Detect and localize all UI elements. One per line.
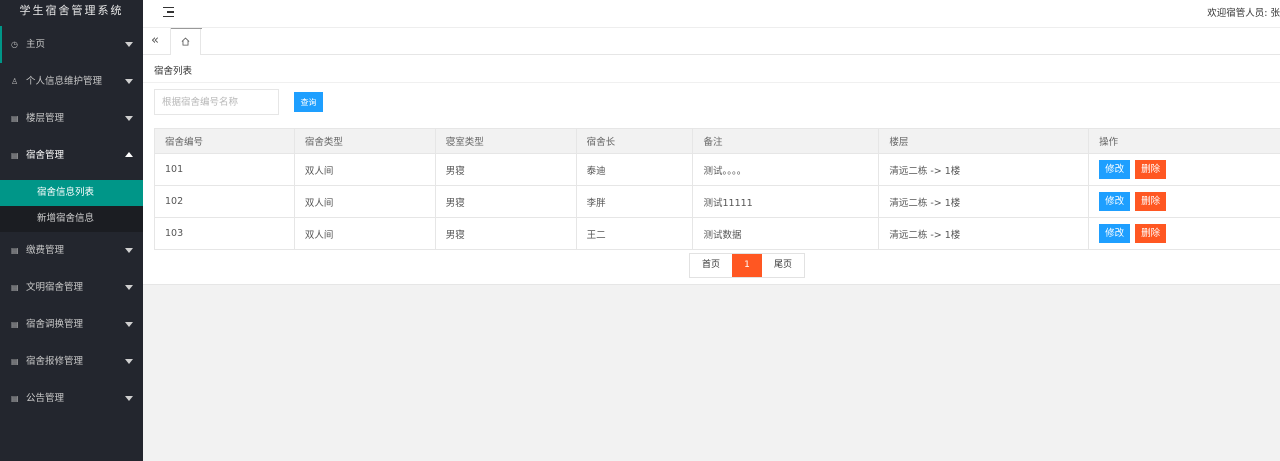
dashboard-icon: ◷ — [11, 40, 18, 49]
main-content: 宿舍列表 查询 宿舍编号 宿舍类型 寝室类型 宿舍长 备注 楼层 操作 101 … — [143, 55, 1280, 285]
chevron-down-icon — [125, 322, 133, 327]
col-header-type[interactable]: 宿舍类型 — [293, 128, 436, 154]
sidebar-item-label: 宿舍调换管理 — [26, 319, 84, 330]
col-header-id[interactable]: 宿舍编号 — [154, 128, 295, 154]
doc-icon: ▤ — [11, 394, 19, 403]
sidebar-submenu-dorm: 宿舍信息列表 新增宿舍信息 — [0, 180, 143, 232]
cell-room-type: 男寝 — [434, 153, 577, 186]
edit-button[interactable]: 修改 — [1099, 160, 1131, 179]
col-header-room-type[interactable]: 寝室类型 — [434, 128, 577, 154]
cell-id: 102 — [154, 185, 295, 218]
cell-remark: 测试。。。。 — [692, 153, 880, 186]
sidebar-item-repair[interactable]: ▤ 宿舍报修管理 — [0, 343, 143, 380]
sidebar-subitem-dorm-add[interactable]: 新增宿舍信息 — [0, 206, 143, 232]
sidebar-item-label: 楼层管理 — [26, 113, 65, 124]
home-icon — [181, 37, 190, 46]
chevron-down-icon — [125, 248, 133, 253]
sidebar-subitem-dorm-list[interactable]: 宿舍信息列表 — [0, 180, 143, 206]
cell-actions: 修改 删除 — [1088, 185, 1280, 218]
chevron-down-icon — [125, 396, 133, 401]
doc-icon: ▤ — [11, 320, 19, 329]
doc-icon: ▤ — [11, 246, 19, 255]
cell-type: 双人间 — [293, 217, 436, 250]
cell-leader: 泰迪 — [575, 153, 694, 186]
doc-icon: ▤ — [11, 357, 19, 366]
doc-icon: ▤ — [11, 283, 19, 292]
cell-type: 双人间 — [293, 153, 436, 186]
chevron-up-icon — [125, 152, 133, 157]
sidebar-item-label: 缴费管理 — [26, 245, 65, 256]
tab-home[interactable] — [170, 28, 202, 55]
top-header: 欢迎宿管人员: 张 — [143, 0, 1280, 28]
col-header-actions: 操作 — [1088, 128, 1280, 154]
cell-leader: 李胖 — [575, 185, 694, 218]
sidebar-item-label: 个人信息维护管理 — [26, 76, 103, 87]
pager-last[interactable]: 尾页 — [762, 254, 805, 277]
cell-remark: 测试11111 — [692, 185, 880, 218]
welcome-text: 欢迎宿管人员: 张 — [1207, 8, 1280, 19]
sidebar-item-home[interactable]: ◷ 主页 — [0, 26, 143, 63]
cell-floor: 清远二栋 -> 1楼 — [878, 153, 1090, 186]
tabs-collapse-icon[interactable]: « — [151, 33, 159, 48]
sidebar-item-profile[interactable]: ♙ 个人信息维护管理 — [0, 63, 143, 100]
cell-room-type: 男寝 — [434, 185, 577, 218]
chevron-down-icon — [125, 42, 133, 47]
col-header-remark[interactable]: 备注 — [692, 128, 880, 154]
query-button[interactable]: 查询 — [294, 92, 323, 112]
dorm-table: 宿舍编号 宿舍类型 寝室类型 宿舍长 备注 楼层 操作 101 双人间 男寝 泰… — [154, 128, 1280, 250]
user-icon: ♙ — [11, 77, 19, 86]
edit-button[interactable]: 修改 — [1099, 224, 1131, 243]
sidebar-item-label: 文明宿舍管理 — [26, 282, 84, 293]
sidebar-item-label: 公告管理 — [26, 393, 65, 404]
delete-button[interactable]: 删除 — [1135, 224, 1167, 243]
delete-button[interactable]: 删除 — [1135, 192, 1167, 211]
table-row: 101 双人间 男寝 泰迪 测试。。。。 清远二栋 -> 1楼 修改 删除 — [154, 153, 1280, 186]
chevron-down-icon — [125, 79, 133, 84]
cell-floor: 清远二栋 -> 1楼 — [878, 217, 1090, 250]
sidebar-item-label: 宿舍管理 — [26, 150, 65, 161]
sidebar-item-civilized[interactable]: ▤ 文明宿舍管理 — [0, 269, 143, 306]
sidebar-item-notice[interactable]: ▤ 公告管理 — [0, 380, 143, 417]
sidebar-item-floor[interactable]: ▤ 楼层管理 — [0, 100, 143, 137]
menu-toggle-icon[interactable] — [163, 7, 174, 18]
sidebar-item-label: 宿舍报修管理 — [26, 356, 84, 367]
chevron-down-icon — [125, 359, 133, 364]
sidebar-item-swap[interactable]: ▤ 宿舍调换管理 — [0, 306, 143, 343]
cell-floor: 清远二栋 -> 1楼 — [878, 185, 1090, 218]
chevron-down-icon — [125, 116, 133, 121]
tabs-bar: « — [143, 28, 1280, 55]
table-row: 102 双人间 男寝 李胖 测试11111 清远二栋 -> 1楼 修改 删除 — [154, 185, 1280, 218]
chevron-down-icon — [125, 285, 133, 290]
sidebar-item-label: 主页 — [26, 39, 46, 50]
cell-actions: 修改 删除 — [1088, 217, 1280, 250]
cell-id: 101 — [154, 153, 295, 186]
cell-actions: 修改 删除 — [1088, 153, 1280, 186]
col-header-floor[interactable]: 楼层 — [878, 128, 1090, 154]
pager-first[interactable]: 首页 — [690, 254, 733, 277]
cell-remark: 测试数据 — [692, 217, 880, 250]
doc-icon: ▤ — [11, 114, 19, 123]
edit-button[interactable]: 修改 — [1099, 192, 1131, 211]
cell-id: 103 — [154, 217, 295, 250]
cell-room-type: 男寝 — [434, 217, 577, 250]
pager-current[interactable]: 1 — [732, 254, 763, 277]
doc-icon: ▤ — [11, 151, 19, 160]
search-input[interactable] — [154, 89, 279, 115]
app-logo: 学生宿舍管理系统 — [19, 4, 124, 17]
delete-button[interactable]: 删除 — [1135, 160, 1167, 179]
sidebar: 学生宿舍管理系统 ◷ 主页 ♙ 个人信息维护管理 ▤ 楼层管理 ▤ 宿舍管理 宿舍信息列… — [0, 0, 143, 461]
table-header-row: 宿舍编号 宿舍类型 寝室类型 宿舍长 备注 楼层 操作 — [154, 128, 1280, 154]
sidebar-item-dorm[interactable]: ▤ 宿舍管理 — [0, 137, 143, 174]
page-title: 宿舍列表 — [154, 66, 193, 77]
cell-type: 双人间 — [293, 185, 436, 218]
sidebar-item-payment[interactable]: ▤ 缴费管理 — [0, 232, 143, 269]
table-row: 103 双人间 男寝 王二 测试数据 清远二栋 -> 1楼 修改 删除 — [154, 217, 1280, 250]
cell-leader: 王二 — [575, 217, 694, 250]
divider — [143, 82, 1280, 83]
col-header-leader[interactable]: 宿舍长 — [575, 128, 694, 154]
pagination: 首页 1 尾页 — [689, 253, 806, 278]
